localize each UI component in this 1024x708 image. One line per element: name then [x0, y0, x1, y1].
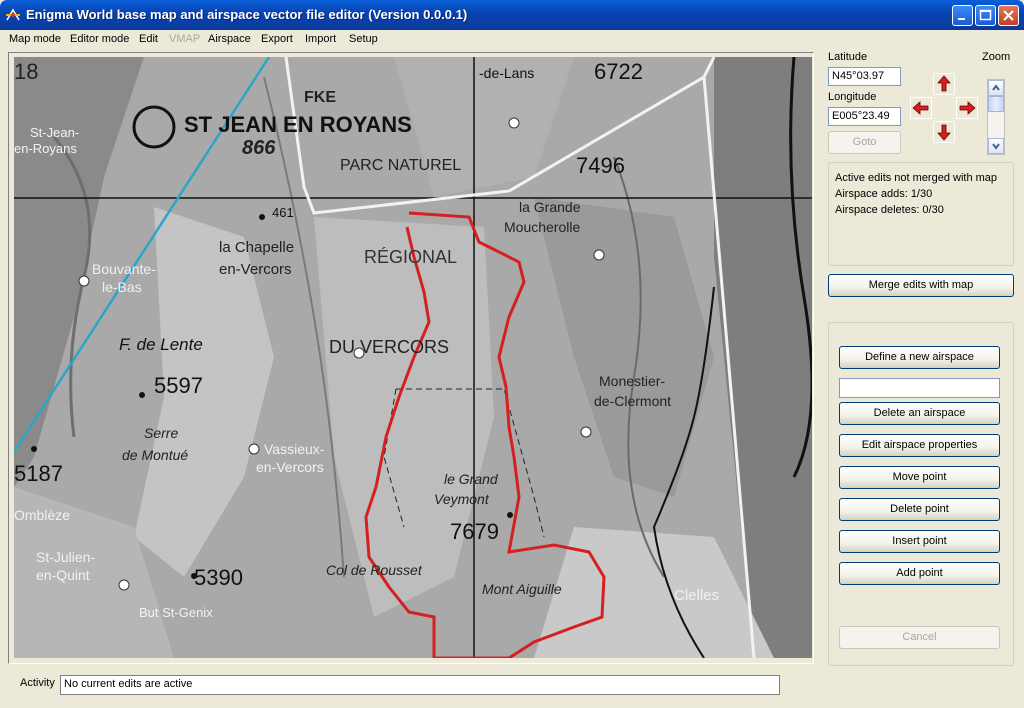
airspace-name-field[interactable]: [839, 378, 1000, 398]
map-label: RÉGIONAL: [364, 247, 458, 267]
edit-status: Active edits not merged with map Airspac…: [835, 170, 1015, 218]
minimize-button[interactable]: [952, 5, 973, 26]
map-label: en-Quint: [36, 567, 90, 583]
map-label: PARC NATUREL: [340, 157, 462, 174]
map-label: de-Clermont: [594, 393, 672, 409]
map-label: -de-Lans: [479, 65, 535, 81]
merge-edits-button[interactable]: Merge edits with map: [828, 274, 1014, 297]
menu-bar: Map mode Editor mode Edit VMAP Airspace …: [0, 30, 1024, 49]
pan-up-icon[interactable]: [933, 73, 955, 95]
menu-edit[interactable]: Edit: [139, 33, 158, 45]
map-label: Serre: [144, 425, 179, 441]
map-label: 18: [14, 59, 39, 84]
zoom-scrollbar[interactable]: [987, 79, 1005, 155]
close-button[interactable]: [998, 5, 1019, 26]
map-label: Mont Aiguille: [482, 581, 562, 597]
map-label: le Grand: [444, 471, 498, 487]
map-label: la Grande: [519, 199, 581, 215]
map-label: St-Jean-: [30, 125, 80, 140]
map-label: FKE: [304, 89, 336, 106]
map-label: de Montué: [122, 447, 189, 463]
map-label: F. de Lente: [119, 335, 203, 354]
enigma-app-icon: [6, 8, 20, 21]
add-point-button[interactable]: Add point: [839, 562, 1000, 585]
map-label: 461: [272, 205, 294, 220]
map-label: 866: [242, 137, 276, 159]
move-point-button[interactable]: Move point: [839, 466, 1000, 489]
map-label: 7679: [450, 519, 499, 544]
delete-airspace-button[interactable]: Delete an airspace: [839, 402, 1000, 425]
longitude-label: Longitude: [828, 91, 877, 103]
status-line: Active edits not merged with map: [835, 172, 998, 184]
status-line: Airspace adds: 1/30: [835, 188, 933, 200]
pan-down-icon[interactable]: [933, 121, 955, 143]
menu-airspace[interactable]: Airspace: [208, 33, 251, 45]
map-label: Moucherolle: [504, 219, 581, 235]
menu-vmap[interactable]: VMAP: [169, 33, 200, 45]
insert-point-button[interactable]: Insert point: [839, 530, 1000, 553]
map-label: Col de Rousset: [326, 562, 422, 578]
map-label: Clelles: [674, 587, 720, 604]
window-title: Enigma World base map and airspace vecto…: [26, 7, 468, 22]
maximize-icon: [979, 9, 992, 21]
map-label: Bouvante-: [92, 261, 156, 277]
menu-import[interactable]: Import: [305, 33, 336, 45]
activity-field: No current edits are active: [60, 675, 780, 695]
latitude-label: Latitude: [828, 51, 868, 63]
map-label: DU VERCORS: [329, 337, 450, 357]
map-label: Omblèze: [14, 507, 71, 523]
map-label: le-Bas: [102, 279, 142, 295]
map-label: ST JEAN EN ROYANS: [184, 112, 412, 137]
map-label: 5390: [194, 565, 243, 590]
pan-left-icon[interactable]: [910, 97, 932, 119]
zoom-in-button[interactable]: [988, 80, 1004, 96]
map-label: Vassieux-: [264, 441, 325, 457]
map-label: Veymont: [434, 491, 489, 507]
map-label: 5597: [154, 373, 203, 398]
activity-label: Activity: [20, 677, 55, 689]
menu-map-mode[interactable]: Map mode: [9, 33, 61, 45]
zoom-label: Zoom: [982, 51, 1011, 63]
title-bar: Enigma World base map and airspace vecto…: [0, 0, 1024, 30]
longitude-field[interactable]: E005°23.49: [828, 107, 901, 126]
close-icon: [1003, 10, 1014, 21]
map-label: But St-Genix: [139, 605, 213, 620]
map-label: 6722: [594, 59, 643, 84]
cancel-button[interactable]: Cancel: [839, 626, 1000, 649]
goto-button[interactable]: Goto: [828, 131, 901, 154]
menu-export[interactable]: Export: [261, 33, 293, 45]
map-canvas[interactable]: 18 -de-Lans 6722 FKE ST JEAN EN ROYANS 8…: [14, 57, 812, 658]
map-label: en-Vercors: [219, 261, 292, 278]
chevron-down-icon: [992, 143, 1000, 150]
map-label: 7496: [576, 153, 625, 178]
chevron-up-icon: [992, 84, 1000, 91]
menu-setup[interactable]: Setup: [349, 33, 378, 45]
menu-editor-mode[interactable]: Editor mode: [70, 33, 129, 45]
zoom-out-button[interactable]: [988, 138, 1004, 154]
minimize-icon: [958, 18, 965, 20]
map-label: St-Julien-: [36, 549, 96, 565]
maximize-button[interactable]: [975, 5, 996, 26]
map-label: en-Royans: [14, 141, 77, 156]
map-label: la Chapelle: [219, 239, 295, 256]
status-line: Airspace deletes: 0/30: [835, 204, 944, 216]
latitude-field[interactable]: N45°03.97: [828, 67, 901, 86]
pan-right-icon[interactable]: [956, 97, 978, 119]
define-airspace-button[interactable]: Define a new airspace: [839, 346, 1000, 369]
zoom-thumb[interactable]: [988, 96, 1004, 112]
edit-airspace-properties-button[interactable]: Edit airspace properties: [839, 434, 1000, 457]
map-label: en-Vercors: [256, 459, 324, 475]
map-label: 5187: [14, 461, 63, 486]
delete-point-button[interactable]: Delete point: [839, 498, 1000, 521]
airspace-edit-group: [828, 322, 1014, 666]
map-label: Monestier-: [599, 373, 666, 389]
